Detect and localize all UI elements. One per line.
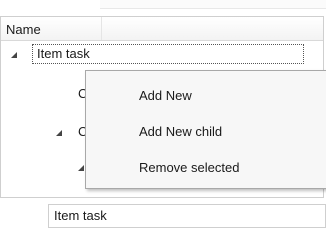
menu-item-add-new-child[interactable]: Add New child [86, 117, 326, 147]
menu-item-label: Add New [139, 88, 192, 103]
context-menu: Add New Add New child Remove selected [85, 70, 326, 189]
menu-item-remove-selected[interactable]: Remove selected [86, 153, 326, 183]
column-header-separator[interactable] [101, 17, 102, 40]
column-header-name: Name [6, 22, 41, 37]
expanded-triangle-icon[interactable] [9, 50, 19, 60]
menu-item-add-new[interactable]: Add New [86, 81, 326, 111]
menu-item-label: Remove selected [139, 160, 240, 175]
top-strip [100, 0, 326, 9]
name-editor-input[interactable]: Item task [48, 204, 326, 228]
tree-row-label[interactable]: Item task [32, 44, 304, 64]
column-header[interactable]: Name [1, 17, 323, 41]
tree-list-window: Name Item task C C Add New Add New child… [0, 0, 326, 249]
expanded-triangle-icon[interactable] [54, 128, 64, 138]
tree-row[interactable]: Item task [1, 43, 323, 67]
menu-item-label: Add New child [139, 124, 223, 139]
